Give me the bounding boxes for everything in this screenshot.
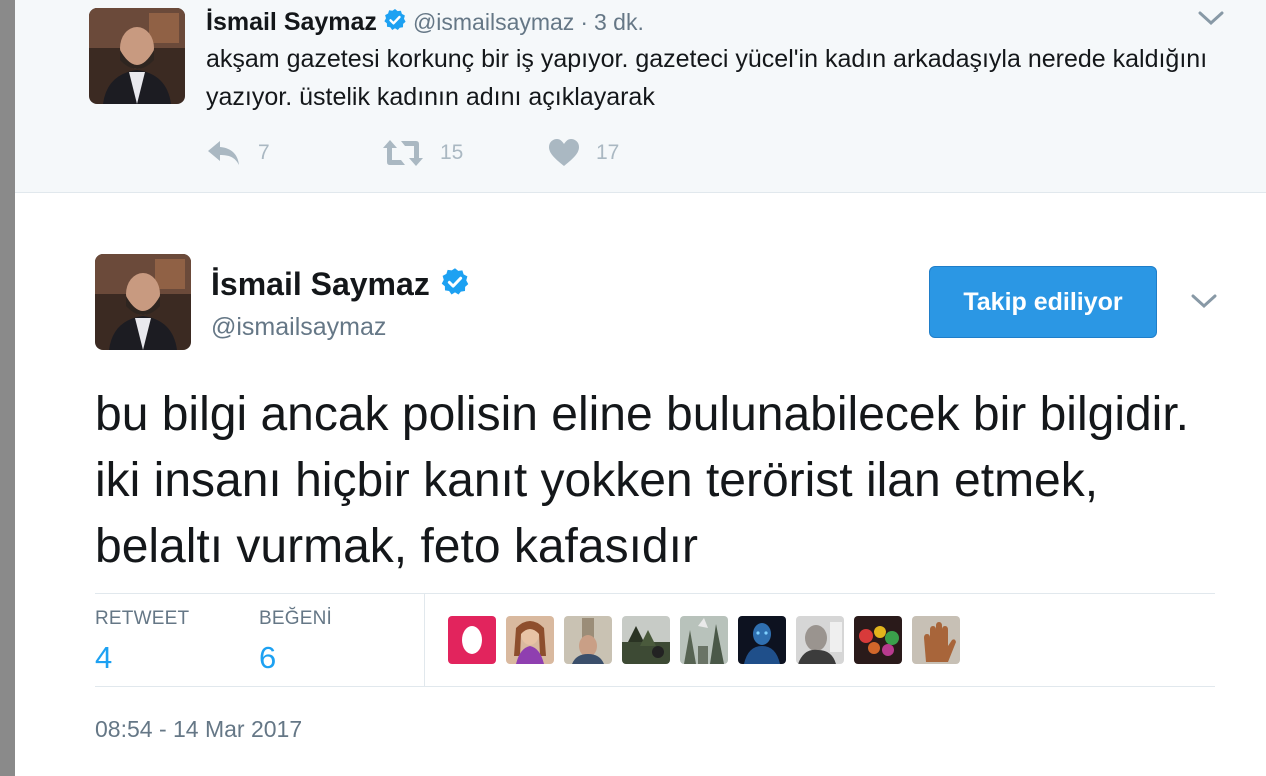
author-name[interactable]: İsmail Saymaz [206,8,377,37]
avatar[interactable] [738,616,786,664]
heart-icon [549,139,579,166]
retweet-label: RETWEET [95,608,190,629]
avatar[interactable] [95,254,191,350]
divider [95,593,1215,594]
avatar[interactable] [506,616,554,664]
avatar[interactable] [89,8,185,104]
like-label: BEĞENİ [259,608,332,629]
separator-dot: · [580,8,588,35]
avatar[interactable] [854,616,902,664]
following-button[interactable]: Takip ediliyor [929,266,1157,338]
tweet-time[interactable]: 3 dk. [594,9,644,36]
retweet-count: 4 [95,640,113,675]
avatar[interactable] [680,616,728,664]
main-tweet-author: İsmail Saymaz [211,266,470,303]
avatar[interactable] [622,616,670,664]
tweet-timestamp[interactable]: 08:54 - 14 Mar 2017 [95,716,302,743]
retweet-count: 15 [440,141,464,164]
avatar[interactable] [912,616,960,664]
chevron-down-icon[interactable] [1198,10,1224,26]
divider [95,686,1215,687]
avatar[interactable] [448,616,496,664]
divider [424,594,425,686]
retweet-button[interactable]: 15 [382,134,463,172]
author-handle[interactable]: @ismailsaymaz [413,9,574,36]
like-button[interactable]: 17 [548,134,619,172]
reply-button[interactable]: 7 [206,134,270,172]
avatar[interactable] [796,616,844,664]
reply-icon [208,141,239,165]
window-edge [0,0,15,776]
author-handle[interactable]: @ismailsaymaz [211,313,386,342]
chevron-down-icon[interactable] [1191,293,1217,309]
tweet-text: akşam gazetesi korkunç bir iş yapıyor. g… [206,45,1208,111]
tweet-text: bu bilgi ancak polisin eline bulunabilec… [95,388,1190,573]
retweet-icon [383,140,423,166]
verified-badge-icon [440,267,470,302]
parent-tweet-header: İsmail Saymaz @ismailsaymaz · 3 dk. [206,6,644,38]
parent-tweet[interactable]: İsmail Saymaz @ismailsaymaz · 3 dk. akşa… [15,0,1266,193]
avatar[interactable] [564,616,612,664]
author-name[interactable]: İsmail Saymaz [211,266,430,303]
liker-avatars [448,616,970,664]
like-count: 6 [259,640,277,675]
reply-count: 7 [258,141,270,164]
verified-badge-icon [383,8,407,37]
like-count: 17 [596,141,620,164]
like-stat[interactable]: BEĞENİ 6 [259,608,332,676]
retweet-stat[interactable]: RETWEET 4 [95,608,189,676]
